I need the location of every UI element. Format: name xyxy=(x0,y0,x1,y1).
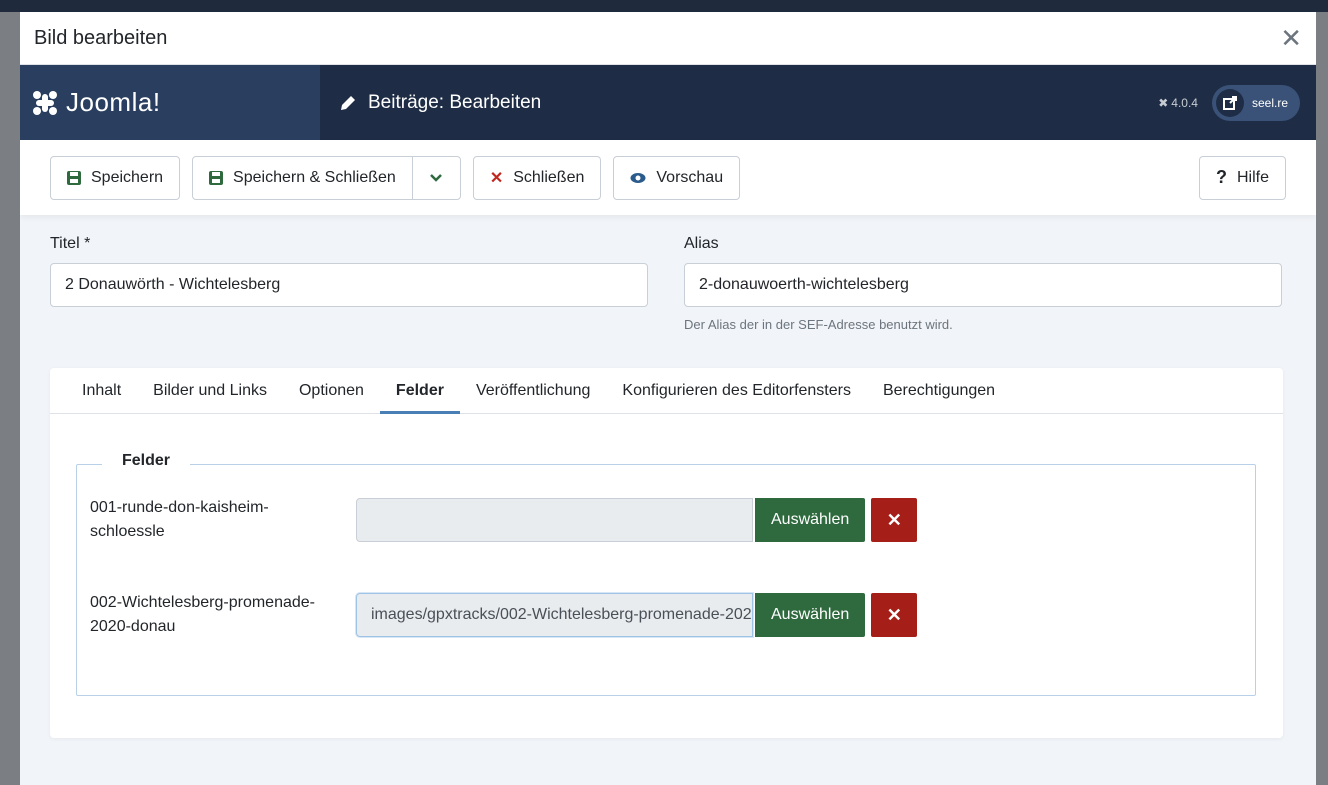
page-title: Beiträge: Bearbeiten xyxy=(368,91,542,113)
close-button[interactable]: ✕ Schließen xyxy=(472,155,602,200)
tab-bar: Inhalt Bilder und Links Optionen Felder … xyxy=(50,368,1283,414)
close-label: Schließen xyxy=(513,168,585,186)
save-button[interactable]: Speichern xyxy=(50,155,181,200)
title-field: Titel * 2 Donauwörth - Wichtelesberg xyxy=(50,235,648,332)
close-icon[interactable]: ✕ xyxy=(1280,25,1302,51)
eye-icon xyxy=(630,172,646,183)
close-x-icon: ✕ xyxy=(489,169,504,187)
background-topbar xyxy=(0,0,1328,12)
save-label: Speichern xyxy=(91,168,164,186)
alias-label: Alias xyxy=(684,235,719,252)
modal-header: Bild bearbeiten ✕ xyxy=(20,12,1316,65)
tab-felder[interactable]: Felder xyxy=(379,368,460,414)
admin-header: Joomla! Beiträge: Bearbeiten ✖ 4.0.4 see… xyxy=(20,65,1316,140)
site-name: seel.re xyxy=(1251,95,1288,110)
clear-icon[interactable]: ✕ xyxy=(871,593,918,637)
field-label-1: 001-runde-don-kaisheim- schloessle xyxy=(90,496,356,544)
field-label-2-line2: 2020-donau xyxy=(90,618,176,635)
field-row-1: 001-runde-don-kaisheim- schloessle Auswä… xyxy=(90,496,918,544)
title-input[interactable]: 2 Donauwörth - Wichtelesberg xyxy=(50,263,648,307)
tab-bilder-und-links[interactable]: Bilder und Links xyxy=(137,368,283,413)
chevron-down-icon xyxy=(430,173,443,182)
version-text: 4.0.4 xyxy=(1171,95,1198,110)
preview-button[interactable]: Vorschau xyxy=(613,155,741,200)
page-heading: Beiträge: Bearbeiten xyxy=(320,65,1158,140)
field-input-2[interactable]: images/gpxtracks/002-Wichtelesberg-prome… xyxy=(356,593,753,637)
pencil-icon xyxy=(341,95,355,110)
field-label-1-line2: schloessle xyxy=(90,523,165,540)
header-right: ✖ 4.0.4 seel.re xyxy=(1158,65,1316,140)
select-button-2[interactable]: Auswählen xyxy=(755,593,866,637)
modal-title: Bild bearbeiten xyxy=(34,26,168,49)
field-row-2: 002-Wichtelesberg-promenade- 2020-donau … xyxy=(90,591,918,639)
help-button[interactable]: ? Hilfe xyxy=(1198,155,1286,200)
select-button-1[interactable]: Auswählen xyxy=(755,498,866,542)
clear-icon[interactable]: ✕ xyxy=(871,498,918,542)
field-label-2: 002-Wichtelesberg-promenade- 2020-donau xyxy=(90,591,356,639)
save-close-button-group: Speichern & Schließen xyxy=(192,155,461,200)
toolbar: Speichern Speichern & Schließen ✕ Schlie… xyxy=(20,140,1316,215)
background-left xyxy=(0,12,20,785)
title-row: Titel * 2 Donauwörth - Wichtelesberg Ali… xyxy=(50,235,1286,332)
external-link-icon xyxy=(1215,88,1244,117)
version-badge: ✖ 4.0.4 xyxy=(1158,96,1198,110)
tab-veroeffentlichung[interactable]: Veröffentlichung xyxy=(460,368,606,413)
alias-field: Alias 2-donauwoerth-wichtelesberg Der Al… xyxy=(684,235,1282,332)
save-icon xyxy=(209,170,224,185)
alias-input[interactable]: 2-donauwoerth-wichtelesberg xyxy=(684,263,1282,307)
brand[interactable]: Joomla! xyxy=(20,65,320,140)
save-dropdown-toggle[interactable] xyxy=(411,156,460,199)
save-close-label: Speichern & Schließen xyxy=(233,168,396,186)
tab-berechtigungen[interactable]: Berechtigungen xyxy=(867,368,1011,413)
alias-hint: Der Alias der in der SEF-Adresse benutzt… xyxy=(684,317,953,332)
help-label: Hilfe xyxy=(1236,168,1269,186)
field-label-2-line1: 002-Wichtelesberg-promenade- xyxy=(90,594,315,611)
field-label-1-line1: 001-runde-don-kaisheim- xyxy=(90,499,269,516)
joomla-logo-icon xyxy=(33,90,57,115)
save-close-button[interactable]: Speichern & Schließen xyxy=(193,157,412,199)
brand-name: Joomla! xyxy=(66,87,161,117)
joomla-small-icon: ✖ xyxy=(1158,95,1169,110)
tab-editorfenster[interactable]: Konfigurieren des Editorfensters xyxy=(606,368,867,413)
tab-inhalt[interactable]: Inhalt xyxy=(66,368,137,413)
field-input-1[interactable] xyxy=(356,498,753,542)
edit-image-modal: Bild bearbeiten ✕ Joomla! Beiträge: Bear… xyxy=(20,12,1316,785)
site-link[interactable]: seel.re xyxy=(1211,84,1300,121)
question-icon: ? xyxy=(1215,167,1227,187)
preview-label: Vorschau xyxy=(656,168,724,186)
fields-legend: Felder xyxy=(102,452,191,470)
background-right xyxy=(1316,12,1328,785)
save-icon xyxy=(67,170,81,185)
tab-optionen[interactable]: Optionen xyxy=(283,368,380,413)
title-label: Titel * xyxy=(50,235,91,252)
